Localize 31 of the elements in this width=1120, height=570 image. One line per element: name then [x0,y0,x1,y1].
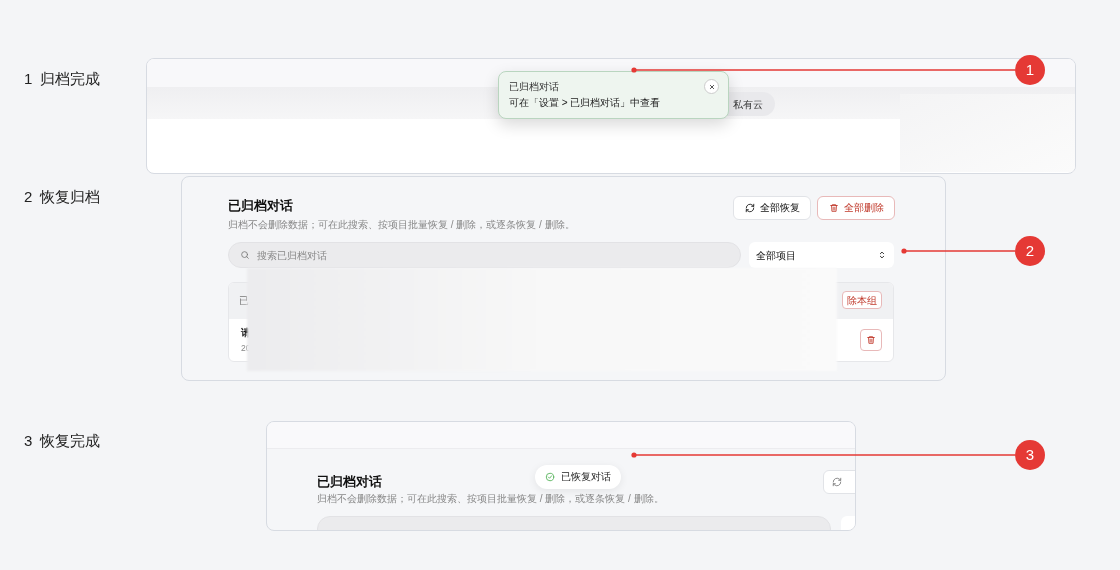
trash-icon [866,335,876,345]
toast-title: 已归档对话 [509,80,559,93]
step-label: 归档完成 [40,69,101,89]
page-description: 归档不会删除数据；可在此搜索、按项目批量恢复 / 删除，或逐条恢复 / 删除。 [317,492,664,506]
step-number: 3 [24,431,33,451]
chevron-icon [877,250,887,260]
trash-icon [828,203,839,213]
step-number-badge: 2 [1015,236,1045,266]
step-label: 恢复归档 [40,187,101,207]
page-title: 已归档对话 [317,473,382,491]
step-number: 2 [24,187,33,207]
step-number-badge: 3 [1015,440,1045,470]
search-icon [240,250,250,260]
close-button[interactable] [704,79,719,94]
step-label: 恢复完成 [40,431,101,451]
step-number: 1 [24,69,33,89]
delete-button[interactable] [860,329,882,351]
page-description: 归档不会删除数据；可在此搜索、按项目批量恢复 / 删除，或逐条恢复 / 删除。 [228,218,575,232]
check-circle-icon [545,472,555,482]
project-select[interactable]: 全部项目 [749,242,894,268]
delete-all-button[interactable]: 全部删除 [817,196,895,220]
refresh-icon [832,477,842,487]
page-title: 已归档对话 [228,197,293,215]
delete-group-button[interactable]: 除本组 [842,291,882,309]
step-number-badge: 1 [1015,55,1045,85]
toast-message: 可在「设置 > 已归档对话」中查看 [509,96,661,109]
refresh-icon [744,203,755,213]
group-title: 已 [239,294,249,308]
toast-notification: 已恢复对话 [535,465,621,489]
search-field[interactable]: 搜索已归档对话 [228,242,741,268]
restore-all-button[interactable]: 全部恢复 [733,196,811,220]
